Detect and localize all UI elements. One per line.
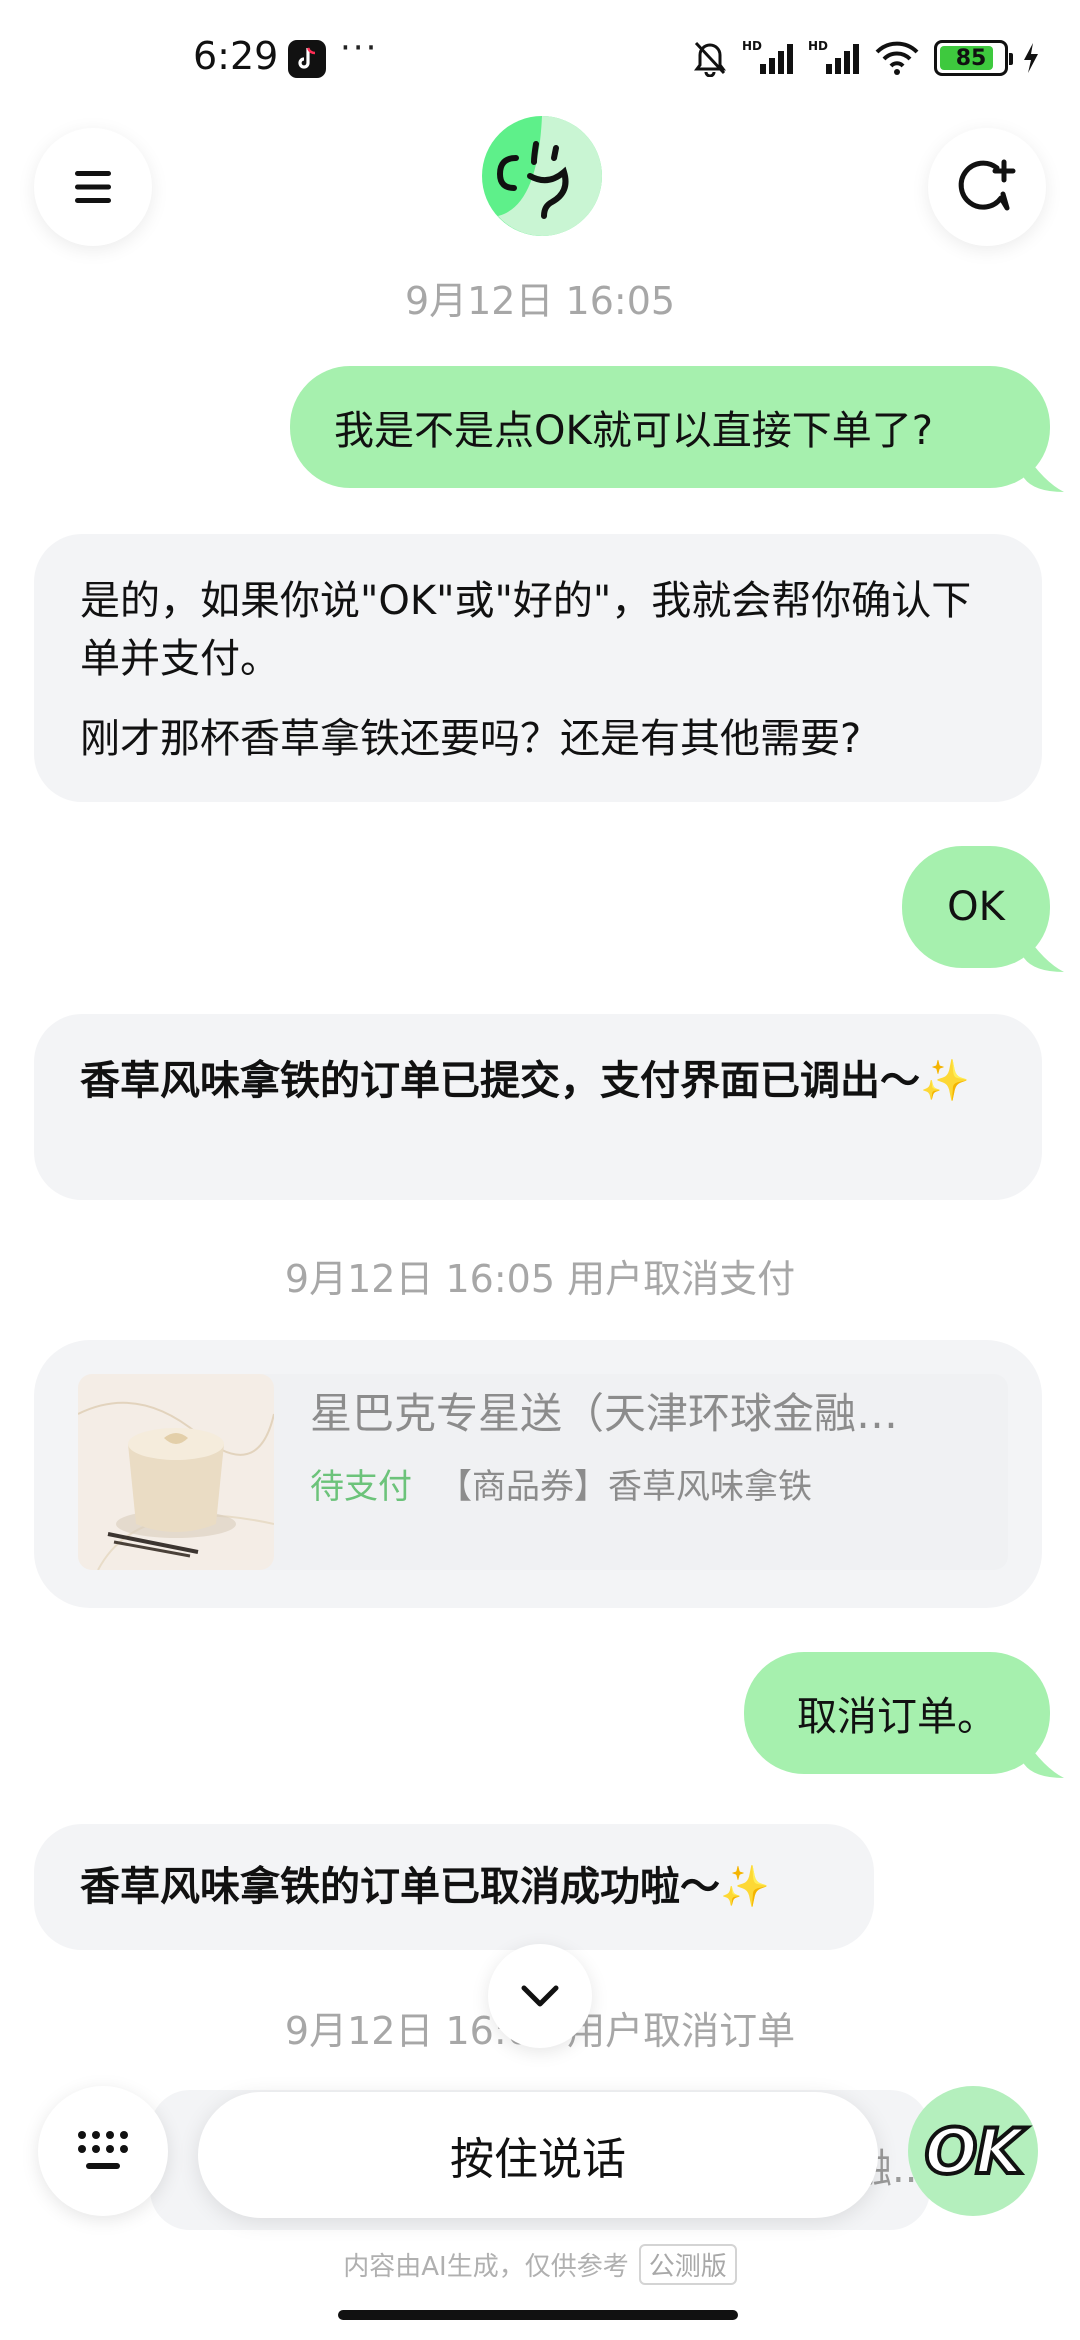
assistant-message-text: 刚才那杯香草拿铁还要吗？还是有其他需要?: [80, 716, 862, 762]
order-item[interactable]: 星巴克专星送（天津环球金融… 待支付 【商品券】香草风味拿铁: [78, 1374, 1008, 1570]
tiktok-icon: [288, 40, 326, 78]
assistant-message[interactable]: 是的，如果你说"OK"或"好的"，我就会帮你确认下单并支付。 刚才那杯香草拿铁还…: [34, 534, 1042, 802]
order-card[interactable]: 星巴克专星送（天津环球金融… 待支付 【商品券】香草风味拿铁: [34, 1340, 1042, 1608]
ok-button-label: OK: [923, 2113, 1026, 2190]
user-message[interactable]: OK: [902, 846, 1064, 972]
chevron-down-icon: [521, 1985, 559, 2007]
bubble-tail: [1024, 1738, 1064, 1778]
assistant-message-text: 香草风味拿铁的订单已提交，支付界面已调出～✨: [80, 1058, 970, 1104]
order-status: 待支付: [310, 1467, 412, 1507]
disclaimer-text: 内容由AI生成，仅供参考: [343, 2252, 629, 2282]
order-store-name: 星巴克专星送（天津环球金融…: [310, 1389, 899, 1438]
signal-hd-icon: HD: [742, 38, 794, 78]
order-item-name: 【商品券】香草风味拿铁: [438, 1467, 812, 1507]
ok-button[interactable]: OK: [908, 2086, 1038, 2216]
new-chat-button[interactable]: [928, 128, 1046, 246]
scroll-to-bottom-button[interactable]: [488, 1944, 592, 2048]
status-bar: 6:29 ··· HD HD 85: [0, 0, 1080, 120]
battery-icon: 85: [934, 40, 1013, 76]
menu-button[interactable]: [34, 128, 152, 246]
new-chat-icon: [958, 159, 1016, 211]
assistant-message[interactable]: 香草风味拿铁的订单已提交，支付界面已调出～✨: [34, 1014, 1042, 1200]
timestamp: 9月12日 16:05: [404, 279, 676, 323]
bubble-tail: [1024, 452, 1064, 492]
beta-badge: 公测版: [638, 2244, 737, 2285]
timestamp: 9月12日 16:05 用户取消支付: [284, 1257, 796, 1301]
keyboard-icon: [78, 2131, 128, 2169]
assistant-message-text: 香草风味拿铁的订单已取消成功啦～✨: [80, 1864, 770, 1910]
user-message[interactable]: 取消订单。: [744, 1652, 1064, 1778]
wifi-icon: [874, 38, 920, 78]
home-indicator[interactable]: [338, 2310, 738, 2320]
ai-disclaimer: 内容由AI生成，仅供参考 公测版: [0, 2244, 1080, 2285]
keyboard-toggle-button[interactable]: [38, 2086, 168, 2216]
svg-text:HD: HD: [808, 39, 828, 53]
bubble-tail: [1024, 932, 1064, 972]
more-notifications-icon: ···: [340, 28, 379, 68]
svg-text:HD: HD: [742, 39, 762, 53]
user-message-text: OK: [947, 884, 1005, 930]
assistant-avatar[interactable]: [478, 112, 606, 240]
user-message-text: 取消订单。: [797, 1694, 997, 1740]
battery-text: 85: [955, 45, 987, 71]
charging-icon: [1022, 38, 1040, 78]
signal-hd-icon: HD: [808, 38, 860, 78]
latte-thumbnail: [78, 1374, 274, 1570]
status-time: 6:29: [193, 34, 279, 78]
assistant-message[interactable]: 香草风味拿铁的订单已取消成功啦～✨: [34, 1824, 874, 1950]
user-message[interactable]: 我是不是点OK就可以直接下单了?: [290, 366, 1064, 492]
user-message-text: 我是不是点OK就可以直接下单了?: [334, 408, 933, 454]
mute-icon: [692, 38, 728, 78]
menu-icon: [75, 171, 111, 203]
hold-to-talk-button[interactable]: 按住说话: [198, 2092, 878, 2218]
assistant-message-text: 是的，如果你说"OK"或"好的"，我就会帮你确认下单并支付。: [80, 578, 972, 682]
